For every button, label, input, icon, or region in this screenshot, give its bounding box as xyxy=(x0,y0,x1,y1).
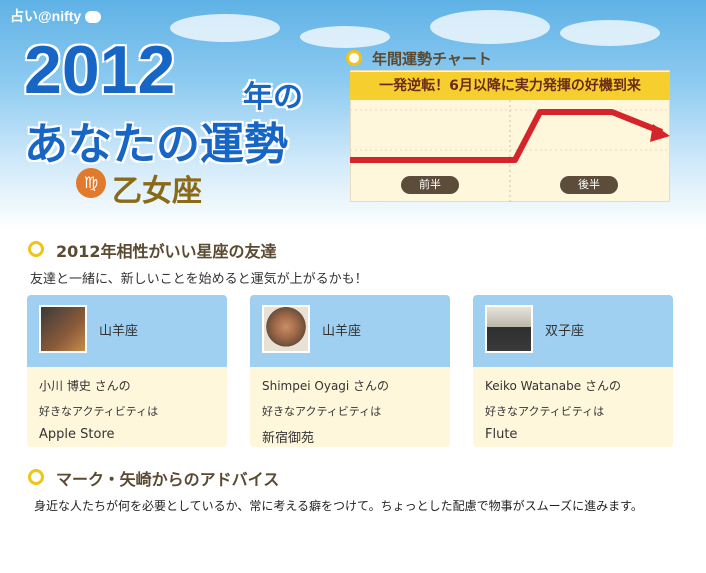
activity-label: 好きなアクティビティは xyxy=(39,405,159,418)
activity-label: 好きなアクティビティは xyxy=(262,405,382,418)
bullet-icon xyxy=(346,50,362,66)
page-title: あなたの運勢 xyxy=(24,119,288,170)
cloud-logo-icon xyxy=(85,11,102,24)
site-logo[interactable]: 占い@nifty xyxy=(10,6,102,26)
card-header: 山羊座 xyxy=(27,295,227,367)
chart-label-second-half: 後半 xyxy=(560,176,618,194)
chart-title: 年間運勢チャート xyxy=(372,50,492,68)
friend-name[interactable]: Keiko Watanabe さんの xyxy=(485,377,621,394)
fortune-page: 占い@nifty 2012 年の あなたの運勢 ♍ 乙女座 年間運勢チャート 一… xyxy=(0,0,706,573)
bullet-icon xyxy=(28,469,44,485)
friend-zodiac-sign: 山羊座 xyxy=(99,324,139,339)
friend-card[interactable]: 山羊座 Shimpei Oyagi さんの 好きなアクティビティは 新宿御苑 xyxy=(250,295,450,447)
cloud-decoration xyxy=(300,26,390,48)
friend-zodiac-sign: 双子座 xyxy=(545,324,585,339)
friend-name[interactable]: Shimpei Oyagi さんの xyxy=(262,377,389,394)
friend-name[interactable]: 小川 博史 さんの xyxy=(39,377,131,394)
advice-text: 身近な人たちが何を必要としているか、常に考える癖をつけて。ちょっとした配慮で物事… xyxy=(34,499,643,513)
cloud-decoration xyxy=(170,14,280,42)
fortune-trend-line xyxy=(350,109,664,163)
page-title-year: 2012 xyxy=(24,32,176,108)
chart-banner: 一発逆転！6月以降に実力発揮の好機到来 xyxy=(350,72,670,100)
friend-zodiac-sign: 山羊座 xyxy=(322,324,362,339)
card-header: 山羊座 xyxy=(250,295,450,367)
compat-section-subtitle: 友達と一緒に、新しいことを始めると運気が上がるかも！ xyxy=(30,272,368,287)
friend-avatar[interactable] xyxy=(485,305,533,353)
friend-activity[interactable]: Flute xyxy=(485,427,517,442)
advice-section-title: マーク・矢崎からのアドバイス xyxy=(56,470,280,489)
friend-activity[interactable]: 新宿御苑 xyxy=(262,427,314,446)
chart-label-first-half: 前半 xyxy=(401,176,459,194)
friend-avatar[interactable] xyxy=(262,305,310,353)
bullet-icon xyxy=(28,241,44,257)
friend-card[interactable]: 双子座 Keiko Watanabe さんの 好きなアクティビティは Flute xyxy=(473,295,673,447)
virgo-icon: ♍ xyxy=(76,168,106,198)
compat-section-title: 2012年相性がいい星座の友達 xyxy=(56,242,277,261)
logo-text: 占い@nifty xyxy=(10,8,82,24)
activity-label: 好きなアクティビティは xyxy=(485,405,605,418)
cloud-decoration xyxy=(560,20,660,46)
friend-card[interactable]: 山羊座 小川 博史 さんの 好きなアクティビティは Apple Store xyxy=(27,295,227,447)
friend-activity[interactable]: Apple Store xyxy=(39,427,115,442)
zodiac-sign-name: 乙女座 xyxy=(112,174,202,209)
friend-avatar[interactable] xyxy=(39,305,87,353)
cloud-decoration xyxy=(430,10,550,44)
card-header: 双子座 xyxy=(473,295,673,367)
trend-arrow-icon xyxy=(650,124,670,142)
chart-plot xyxy=(350,100,670,202)
